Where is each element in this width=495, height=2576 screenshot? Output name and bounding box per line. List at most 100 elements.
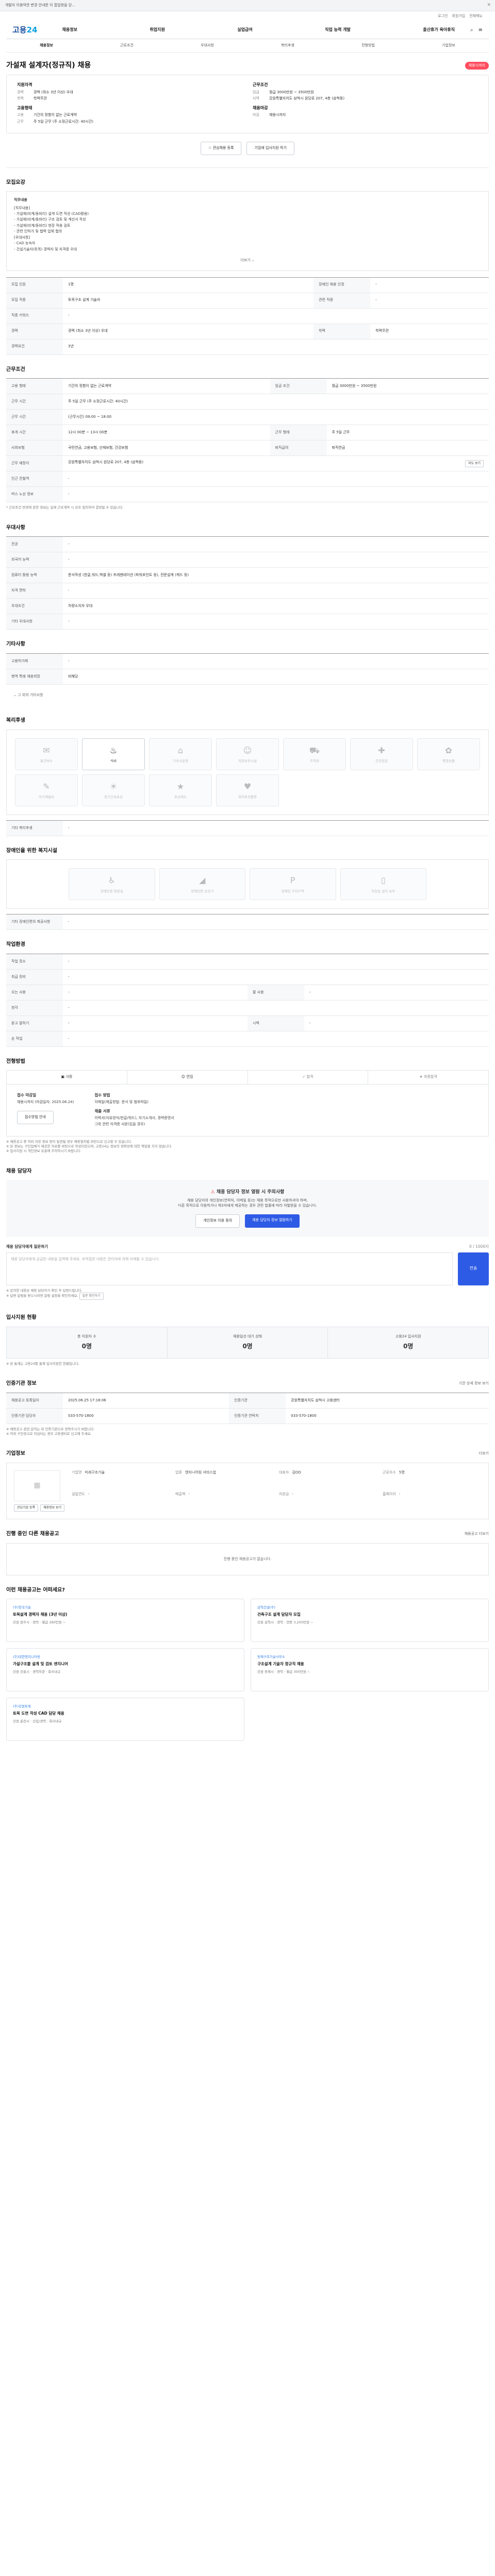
tab-process[interactable]: 전형방법 [328,43,408,48]
apply-deadline: 접수 마감일 채용시까지 (마감일자: 2025.06.24) 접수방법 안내 [17,1093,74,1128]
summary-row: 학력 학력무관 [17,96,47,101]
table-row: 병역 특례 채용희망 비해당 [6,669,489,685]
apply-method: 접수 방법 이메일(제출방법: 문서 및 첨부파일) 제출 서류 이력서(자유양… [94,1092,174,1126]
process-section-title: 전형방법 [6,1058,25,1064]
company-field: 설립연도 - [72,1492,90,1496]
apply-button[interactable]: 기업에 입사지원 하기 [246,142,294,155]
close-icon[interactable]: ✕ [487,2,491,8]
company-field: 매출액 - [175,1492,190,1496]
etc-table: 고용허가제 - 병역 특례 채용희망 비해당 [6,653,489,685]
step-item: ☺ 면접 [127,1071,248,1084]
more-button[interactable]: 더보기 ⌄ [14,253,481,264]
stats-note: ※ 본 통계는 고용24를 통해 입사지원한 현황입니다. [6,1361,79,1366]
step-item: ▣ 서류 [7,1071,127,1084]
table-row: 작업 장소 - [6,954,489,970]
table-row: 사회보험 국민연금, 고용보험, 산재보험, 건강보험 퇴직급여 퇴직연금 [6,440,489,456]
company-field: 업종 엔지니어링 서비스업 [175,1470,217,1475]
benefit-item: ✉ 통근버스 [15,738,78,770]
signup-link[interactable]: 회원가입 [452,14,465,19]
send-button[interactable]: 전송 [458,1252,489,1285]
inquiry-form: 채용 담당자에게 궁금한 내용을 입력해 주세요. 부적절한 내용은 관리자에 … [6,1252,489,1285]
company-field: 자본금 - [279,1492,293,1496]
table-row: 모집 직종 토목구조 설계 기술자 관련 직종 - [6,293,489,309]
summary-row: 근무 주 5일 근무 (주 소정근로시간: 40시간) [17,119,94,124]
door-icon: ▯ [381,875,386,886]
gnb-item-support[interactable]: 취업지원 [150,27,164,33]
summary-right: 근무조건 임금 월급 3000만원 ~ 3500만원 지역 강원특별자치도 삼척시 … [253,82,478,126]
stat-item: 채용일선 대기 상태 0명 [168,1327,328,1358]
recommend-card[interactable]: 동해구조기술사무소 구조설계 기술자 정규직 채용 강원 동해시 · 경력 · … [251,1648,489,1692]
allmenu-link[interactable]: 전체메뉴 [469,14,483,19]
gnb-icons: ⌕ ≡ [470,27,483,34]
map-button[interactable]: 지도 보기 [465,460,484,467]
family-icon: ♥ [243,781,252,791]
recommend-card[interactable]: (주)한국기술 토목설계 경력자 채용 (3년 이상) 강원 원주시 · 경력 … [6,1599,244,1642]
table-row: 휴게 시간 12시 00분 ~ 13시 00분 근무 형태 주 5일 근무 [6,425,489,441]
work-note: * 근로조건 변경에 관한 정보는 실제 근로계약 시 상호 협의하여 결정될 … [6,505,124,510]
info-table: 채용공고 등록일자 2025.06.25 17:18:06 인증기관 강원특별자치도 … [6,1392,489,1424]
tab-jobinfo[interactable]: 채용정보 [6,43,87,48]
benefit-item: ✿ 명절선물 [417,738,480,770]
recommend-card[interactable]: (주)대한엔지니어링 가설구조물 설계 및 검토 엔지니어 강원 강릉시 · 경… [6,1648,244,1692]
table-row: 컴퓨터 활용 능력 문서작성 (한글,워드,엑셀 등) 프레젠테이션 (파워포인트… [6,567,489,584]
gnb-item-jobs[interactable]: 채용정보 [62,27,77,33]
recommend-card[interactable]: (주)강원토목 토목 도면 작성 CAD 담당 채용 강원 춘천시 · 신입/경… [6,1698,244,1741]
info-detail-link[interactable]: 기관 상세 정보 보기 [459,1381,489,1386]
car-icon: ⛟ [309,745,320,755]
utility-links: 로그인 회원가입 전체메뉴 [6,11,489,22]
benefit-section-title: 복리후생 [6,718,25,724]
inquiry-textarea[interactable]: 채용 담당자에게 궁금한 내용을 입력해 주세요. 부적절한 내용은 관리자에 … [6,1252,453,1285]
edu-icon: ✎ [43,781,50,791]
similar-more-link[interactable]: 채용공고 더보기 [465,1532,489,1536]
benefit-item: ✎ 자기계발비 [15,774,78,806]
summary-heading: 고용형태 [17,105,32,110]
gnb-item-benefit[interactable]: 실업급여 [237,27,252,33]
site-logo[interactable]: 고용24 [12,25,37,35]
question-check-button[interactable]: 질문 확인하기 [79,1293,104,1300]
disability-box: ♿ 장애인용 화장실 ◢ 장애인용 승강기 P 장애인 주차구역 ▯ 자동문 설치 유무 [6,859,489,909]
company-logo: ▦ [14,1470,60,1501]
favorite-company-button[interactable]: 관심기업 등록 [14,1504,39,1512]
summary-row: 지역 강원특별자치도 삼척시 원당로 207, 4층 (삼척동) [253,96,345,101]
recommend-grid: (주)한국기술 토목설계 경력자 채용 (3년 이상) 강원 원주시 · 경력 … [6,1599,489,1741]
company-field: 기업명 미래구조기술 [72,1470,105,1475]
gnb-item-leave[interactable]: 출산휴가 육아휴직 [423,27,455,33]
recommend-card[interactable]: 삼척건설(주) 건축구조 설계 담당자 모집 강원 삼척시 · 경력 · 연봉 … [251,1599,489,1642]
company-jobs-button[interactable]: 채용정보 보기 [40,1504,65,1512]
company-section-title: 기업정보 더보기 [6,1451,489,1457]
scrap-button[interactable]: ☆ 관심채용 등록 [201,142,242,155]
topbar-text: 개발자 이용약관 변경 안내문 이 팝업창을 닫... [5,3,75,7]
manager-notice: ⚠ 채용 담당자 정보 열람 시 주의사항 채용 담당자의 개인정보(연락처, … [6,1180,489,1237]
consent-button[interactable]: 개인정보 이용 동의 [195,1214,240,1228]
tab-preferences[interactable]: 우대사항 [167,43,248,48]
company-field: 근로자수 5명 [383,1470,405,1475]
summary-heading: 근무조건 [253,82,268,87]
manager-section-title: 채용 담당자 [6,1168,32,1174]
gnb-item-training[interactable]: 직업 능력 개발 [325,27,351,33]
stats-section-title: 입사지원 현황 [6,1315,37,1321]
menu-icon[interactable]: ≡ [478,27,483,34]
tab-benefits[interactable]: 복리후생 [248,43,328,48]
view-manager-button[interactable]: 채용 담당자 정보 열람하기 [245,1214,300,1228]
job-title-row: 가설재 설계자(정규직) 채용 채용시까지 [6,53,489,75]
work-section-title: 근무조건 [6,366,25,372]
apply-guide-button[interactable]: 접수방법 안내 [17,1111,54,1124]
child-icon: ☺ [243,745,252,755]
award-icon: ★ [176,781,185,791]
work-table: 고용 형태 기간의 정함이 없는 근로계약 임금 조건 월급 3000만원 ~ 350… [6,378,489,503]
tab-conditions[interactable]: 근로조건 [87,43,167,48]
company-more-link[interactable]: 더보기 [479,1451,489,1456]
table-row: 근무 예정지 강원특별자치도 삼척시 원당로 207, 4층 (삼척동) 지도 보기 [6,455,489,472]
company-info: 기업명 미래구조기술 업종 엔지니어링 서비스업 대표자 김OO 근로자수 5명 설립연… [72,1470,481,1512]
search-icon[interactable]: ⌕ [470,27,473,34]
login-link[interactable]: 로그인 [438,14,448,19]
table-row: 버스 노선 정보 - [6,486,489,503]
table-row: 근무 시간 (근무시간) 09:00 ~ 18:00 [6,409,489,426]
table-row: 자격 면허 - [6,583,489,599]
section-tabs: 채용정보 근로조건 우대사항 복리후생 전형방법 기업정보 [6,39,489,53]
recruit-section-title: 모집요강 [6,179,25,185]
tab-company[interactable]: 기업정보 [408,43,489,48]
page-title: 가설재 설계자(정규직) 채용 [6,61,91,70]
recommend-section-title: 이런 채용공고는 어떠세요? [6,1587,65,1593]
benefit-item: ⌂ 기숙사운영 [149,738,212,770]
